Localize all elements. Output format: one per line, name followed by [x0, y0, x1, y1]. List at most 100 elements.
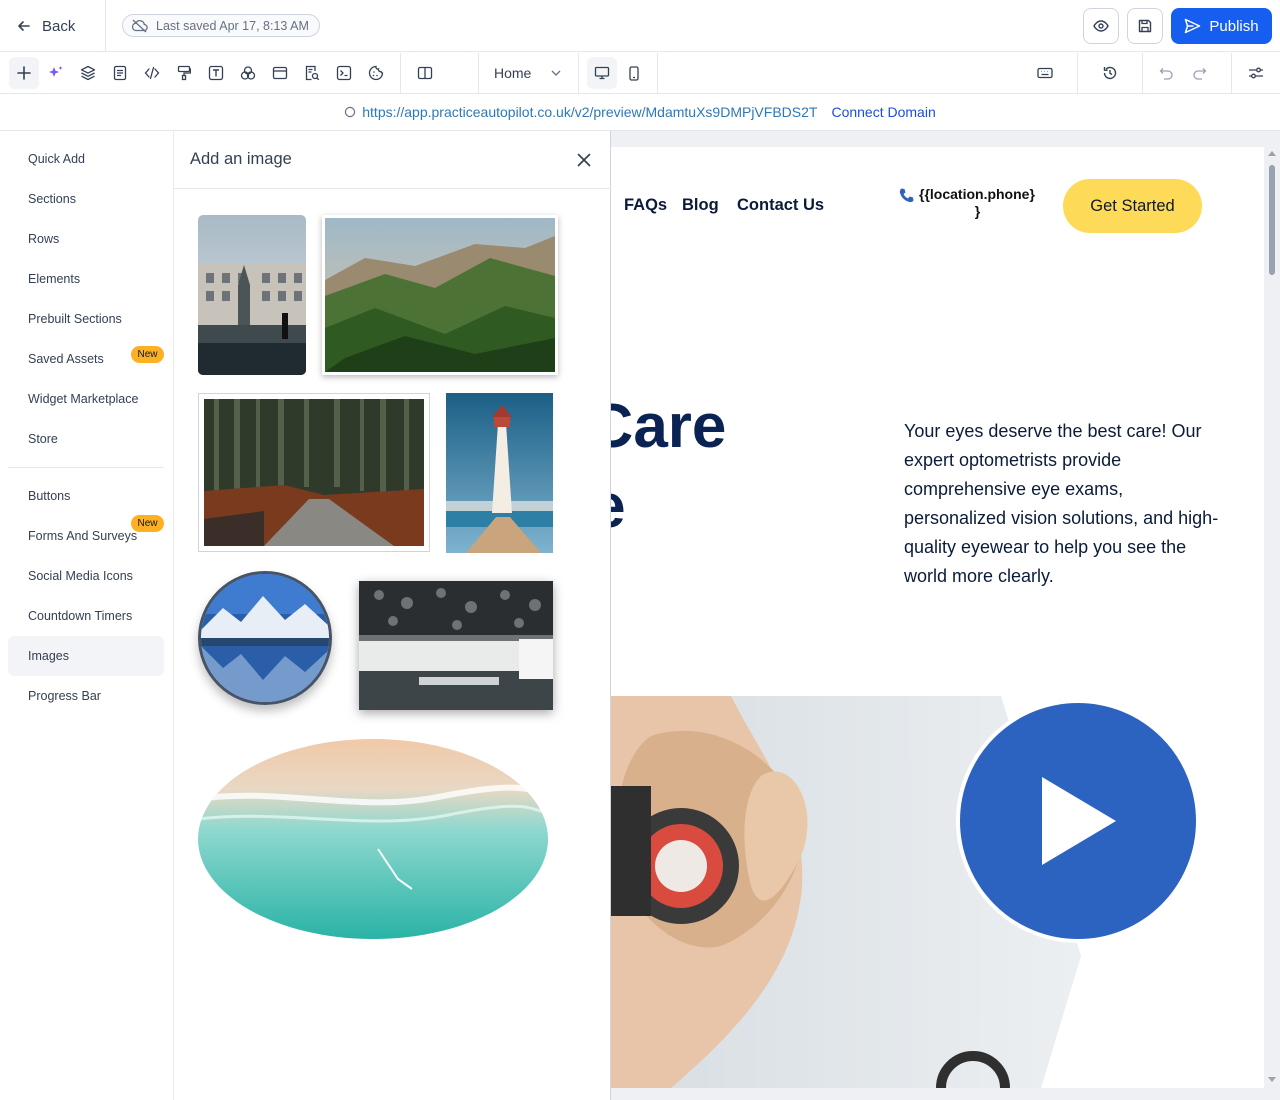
sidebar-item-rows[interactable]: Rows	[8, 219, 164, 259]
sidebar-item-sections[interactable]: Sections	[8, 179, 164, 219]
layers-icon	[80, 65, 96, 81]
history-icon	[1102, 65, 1118, 81]
image-option-mountain-lake[interactable]	[198, 571, 332, 705]
save-button[interactable]	[1127, 8, 1163, 44]
nav-link-contact-us[interactable]: Contact Us	[737, 196, 824, 215]
sidebar-item-social-media-icons[interactable]: Social Media Icons	[8, 556, 164, 596]
code-icon	[144, 66, 160, 80]
last-saved-status: Last saved Apr 17, 8:13 AM	[122, 14, 320, 37]
code-button[interactable]	[137, 57, 167, 89]
sidebar-item-label: Rows	[28, 232, 60, 246]
page-selector[interactable]: Home	[478, 53, 578, 93]
image-option-town-square[interactable]	[198, 215, 306, 375]
add-element-button[interactable]	[9, 57, 39, 89]
image-option-museum-interior[interactable]	[359, 581, 553, 710]
close-icon[interactable]	[574, 150, 594, 170]
layers-button[interactable]	[73, 57, 103, 89]
sidebar-item-label: Progress Bar	[28, 689, 101, 703]
sidebar-item-quick-add[interactable]: Quick Add	[8, 139, 164, 179]
version-history-button[interactable]	[1095, 57, 1125, 89]
sidebar-item-label: Saved Assets	[28, 352, 104, 366]
connect-domain-link[interactable]: Connect Domain	[831, 104, 935, 120]
nav-link-blog[interactable]: Blog	[682, 196, 719, 215]
sidebar-item-buttons[interactable]: Buttons	[8, 476, 164, 516]
keyboard-shortcuts-button[interactable]	[1030, 57, 1060, 89]
terminal-icon	[336, 65, 352, 81]
toolbar-divider	[578, 53, 579, 93]
back-button[interactable]: Back	[0, 0, 106, 52]
sidebar-item-images[interactable]: Images	[8, 636, 164, 676]
editor-canvas: FAQs Blog Contact Us {{location.phone} }…	[611, 131, 1280, 1100]
cookie-icon	[368, 65, 384, 81]
panel-header: Add an image	[174, 131, 611, 189]
image-option-bamboo-path[interactable]	[198, 393, 430, 552]
keyboard-icon	[1037, 67, 1053, 79]
toolbar-divider	[400, 53, 401, 93]
pages-button[interactable]	[105, 57, 135, 89]
undo-button[interactable]	[1151, 57, 1181, 89]
preview-button[interactable]	[1083, 8, 1119, 44]
phone-line-end: }	[974, 203, 981, 219]
columns-icon	[417, 66, 433, 80]
sliders-icon	[1248, 66, 1264, 80]
get-started-button[interactable]: Get Started	[1063, 179, 1202, 233]
popup-button[interactable]	[265, 57, 295, 89]
plus-icon	[17, 66, 31, 80]
canvas-scrollbar[interactable]	[1264, 147, 1280, 1088]
sidebar-item-store[interactable]: Store	[8, 419, 164, 459]
sidebar-item-forms-and-surveys[interactable]: Forms And Surveys New	[8, 515, 164, 556]
window-icon	[272, 66, 288, 80]
sidebar-item-label: Quick Add	[28, 152, 85, 166]
preview-url-link[interactable]: https://app.practiceautopilot.co.uk/v2/p…	[362, 104, 817, 120]
sidebar-toggle-button[interactable]	[410, 57, 440, 89]
hero-heading: Eye Care re	[611, 387, 726, 547]
preview-url-bar: https://app.practiceautopilot.co.uk/v2/p…	[0, 94, 1280, 131]
document-search-icon	[304, 65, 320, 81]
mobile-icon	[629, 65, 639, 81]
video-play-button[interactable]	[956, 699, 1200, 943]
sparkles-icon	[48, 65, 64, 81]
last-saved-text: Last saved Apr 17, 8:13 AM	[156, 18, 309, 33]
redo-button[interactable]	[1184, 57, 1214, 89]
panel-title: Add an image	[190, 150, 292, 168]
play-icon	[1038, 775, 1118, 867]
element-category-sidebar: Quick Add Sections Rows Elements Prebuil…	[0, 131, 173, 1100]
tracking-button[interactable]	[361, 57, 391, 89]
new-badge: New	[131, 515, 164, 532]
color-swatch-icon	[240, 65, 256, 81]
colors-button[interactable]	[233, 57, 263, 89]
custom-js-button[interactable]	[329, 57, 359, 89]
image-option-lighthouse[interactable]	[446, 393, 553, 553]
paint-button[interactable]	[169, 57, 199, 89]
toolbar-divider	[657, 53, 658, 93]
sidebar-item-prebuilt-sections[interactable]: Prebuilt Sections	[8, 299, 164, 339]
hero-heading-line: Eye Care	[611, 392, 727, 461]
sidebar-item-widget-marketplace[interactable]: Widget Marketplace	[8, 379, 164, 419]
desktop-view-button[interactable]	[587, 57, 617, 89]
back-label: Back	[42, 17, 76, 35]
image-option-mountain-valley[interactable]	[322, 215, 558, 375]
add-image-panel: Add an image	[173, 131, 611, 1100]
sidebar-item-saved-assets[interactable]: Saved Assets New	[8, 339, 164, 379]
toolbar-divider	[1077, 53, 1078, 93]
publish-button[interactable]: Publish	[1171, 8, 1272, 44]
nav-link-faqs[interactable]: FAQs	[624, 196, 667, 215]
toolbar-divider	[1231, 53, 1232, 93]
sidebar-item-label: Prebuilt Sections	[28, 312, 122, 326]
redo-icon	[1192, 67, 1207, 80]
typography-button[interactable]	[201, 57, 231, 89]
send-icon	[1184, 18, 1201, 34]
ai-button[interactable]	[41, 57, 71, 89]
editor-toolbar: Home	[0, 53, 1280, 94]
save-icon	[1138, 19, 1152, 33]
page-selector-value: Home	[494, 65, 532, 81]
sidebar-item-countdown-timers[interactable]: Countdown Timers	[8, 596, 164, 636]
sidebar-item-elements[interactable]: Elements	[8, 259, 164, 299]
mobile-view-button[interactable]	[619, 57, 649, 89]
image-option-aerial-beach[interactable]	[198, 739, 548, 939]
sidebar-divider	[8, 467, 164, 468]
sidebar-item-progress-bar[interactable]: Progress Bar	[8, 676, 164, 716]
form-settings-button[interactable]	[297, 57, 327, 89]
eye-icon	[1093, 20, 1109, 32]
settings-button[interactable]	[1241, 57, 1271, 89]
